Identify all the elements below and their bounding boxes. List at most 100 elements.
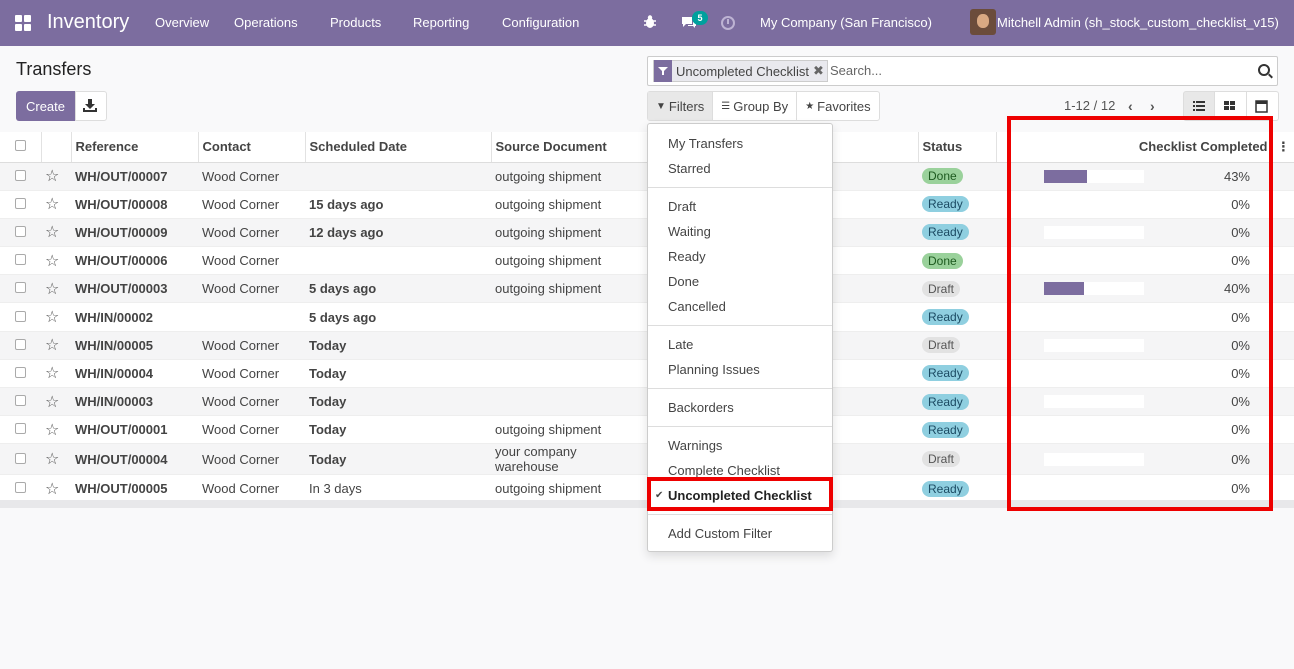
chevron-right-icon[interactable]: ›: [1150, 98, 1155, 114]
reference-cell[interactable]: WH/IN/00002: [71, 302, 198, 332]
apps-menu-icon[interactable]: [15, 15, 32, 31]
filter-option-waiting[interactable]: Waiting: [668, 224, 711, 239]
filter-option-complete-checklist[interactable]: Complete Checklist: [668, 463, 780, 478]
star-icon[interactable]: ☆: [41, 474, 71, 504]
filter-option-late[interactable]: Late: [668, 337, 693, 352]
user-avatar[interactable]: [970, 9, 996, 35]
user-menu[interactable]: Mitchell Admin (sh_stock_custom_checklis…: [997, 15, 1279, 30]
star-icon[interactable]: ☆: [41, 162, 71, 191]
row-checkbox[interactable]: [0, 387, 41, 417]
star-icon[interactable]: ☆: [41, 359, 71, 389]
row-checkbox[interactable]: [0, 162, 41, 191]
chevron-left-icon[interactable]: ‹: [1128, 98, 1133, 114]
filter-option-backorders[interactable]: Backorders: [668, 400, 734, 415]
filter-option-ready[interactable]: Ready: [668, 249, 706, 264]
row-checkbox[interactable]: [0, 474, 41, 504]
pager-value[interactable]: 1-12 / 12: [1064, 98, 1115, 113]
status-cell: Ready: [918, 218, 996, 248]
menu-products[interactable]: Products: [330, 15, 381, 30]
column-reference[interactable]: Reference: [71, 132, 199, 163]
column-source-document[interactable]: Source Document: [491, 132, 648, 163]
row-checkbox[interactable]: [0, 443, 41, 476]
row-checkbox[interactable]: [0, 190, 41, 219]
filter-option-warnings[interactable]: Warnings: [668, 438, 722, 453]
menu-operations[interactable]: Operations: [234, 15, 298, 30]
search-facet: Uncompleted Checklist ✖: [653, 60, 828, 82]
row-checkbox[interactable]: [0, 274, 41, 304]
reference-cell[interactable]: WH/OUT/00008: [71, 190, 198, 219]
column-contact[interactable]: Contact: [198, 132, 306, 163]
export-button[interactable]: [75, 91, 107, 121]
status-cell: Done: [918, 246, 996, 276]
menu-configuration[interactable]: Configuration: [502, 15, 579, 30]
row-checkbox[interactable]: [0, 246, 41, 276]
favorites-button[interactable]: ★ Favorites: [796, 92, 878, 120]
contact-cell: Wood Corner: [198, 443, 305, 476]
search-input[interactable]: [830, 63, 1250, 78]
reference-cell[interactable]: WH/OUT/00007: [71, 162, 198, 191]
remove-facet-icon[interactable]: ✖: [813, 63, 827, 79]
scheduled-date-cell: Today: [305, 415, 491, 445]
groupby-button[interactable]: ☰ Group By: [712, 92, 796, 120]
reference-cell[interactable]: WH/IN/00005: [71, 331, 198, 360]
select-all-checkbox[interactable]: [0, 132, 42, 163]
star-icon[interactable]: ☆: [41, 274, 71, 304]
activity-clock-icon[interactable]: [721, 16, 735, 30]
status-cell: Ready: [918, 302, 996, 332]
star-icon[interactable]: ☆: [41, 415, 71, 445]
reference-cell[interactable]: WH/OUT/00003: [71, 274, 198, 304]
row-checkbox[interactable]: [0, 415, 41, 445]
source-document-cell: outgoing shipment: [491, 218, 647, 248]
row-end-cell: [1272, 274, 1294, 304]
reference-cell[interactable]: WH/OUT/00006: [71, 246, 198, 276]
scheduled-date-cell: [305, 246, 491, 276]
filter-option-starred[interactable]: Starred: [668, 161, 711, 176]
scheduled-date-cell: Today: [305, 443, 491, 476]
filter-option-add-custom-filter[interactable]: Add Custom Filter: [668, 526, 772, 541]
star-icon[interactable]: ☆: [41, 331, 71, 360]
row-checkbox[interactable]: [0, 359, 41, 389]
filter-option-cancelled[interactable]: Cancelled: [668, 299, 726, 314]
facet-label: Uncompleted Checklist: [676, 63, 809, 79]
reference-cell[interactable]: WH/OUT/00004: [71, 443, 198, 476]
row-checkbox[interactable]: [0, 302, 41, 332]
row-checkbox[interactable]: [0, 218, 41, 248]
contact-cell: Wood Corner: [198, 474, 305, 504]
create-button[interactable]: Create: [16, 91, 75, 121]
reference-cell[interactable]: WH/IN/00003: [71, 387, 198, 417]
column-status[interactable]: Status: [918, 132, 997, 163]
search-icon[interactable]: [1258, 64, 1270, 76]
filter-option-done[interactable]: Done: [668, 274, 699, 289]
source-document-cell: outgoing shipment: [491, 415, 647, 445]
reference-cell[interactable]: WH/OUT/00005: [71, 474, 198, 504]
status-badge: Ready: [922, 393, 969, 410]
contact-cell: Wood Corner: [198, 246, 305, 276]
app-name[interactable]: Inventory: [47, 11, 129, 34]
star-icon[interactable]: ☆: [41, 443, 71, 476]
star-icon[interactable]: ☆: [41, 218, 71, 248]
row-checkbox[interactable]: [0, 331, 41, 360]
scheduled-date-cell: 5 days ago: [305, 302, 491, 332]
reference-cell[interactable]: WH/OUT/00001: [71, 415, 198, 445]
company-switcher[interactable]: My Company (San Francisco): [760, 15, 932, 30]
filters-button[interactable]: ▼ Filters: [648, 92, 713, 120]
star-icon[interactable]: ☆: [41, 302, 71, 332]
menu-overview[interactable]: Overview: [155, 15, 209, 30]
row-end-cell: [1272, 218, 1294, 248]
row-end-cell: [1272, 387, 1294, 417]
star-icon[interactable]: ☆: [41, 246, 71, 276]
filter-option-draft[interactable]: Draft: [668, 199, 696, 214]
filter-option-planning-issues[interactable]: Planning Issues: [668, 362, 760, 377]
optional-columns-icon[interactable]: ⋮: [1272, 132, 1294, 163]
reference-cell[interactable]: WH/IN/00004: [71, 359, 198, 389]
filter-option-my-transfers[interactable]: My Transfers: [668, 136, 743, 151]
dropdown-divider: [648, 325, 832, 326]
column-scheduled-date[interactable]: Scheduled Date: [305, 132, 492, 163]
menu-reporting[interactable]: Reporting: [413, 15, 469, 30]
page-title[interactable]: Transfers: [16, 59, 91, 80]
star-icon: ★: [805, 100, 815, 112]
star-icon[interactable]: ☆: [41, 387, 71, 417]
bug-icon[interactable]: [643, 14, 657, 30]
star-icon[interactable]: ☆: [41, 190, 71, 219]
reference-cell[interactable]: WH/OUT/00009: [71, 218, 198, 248]
